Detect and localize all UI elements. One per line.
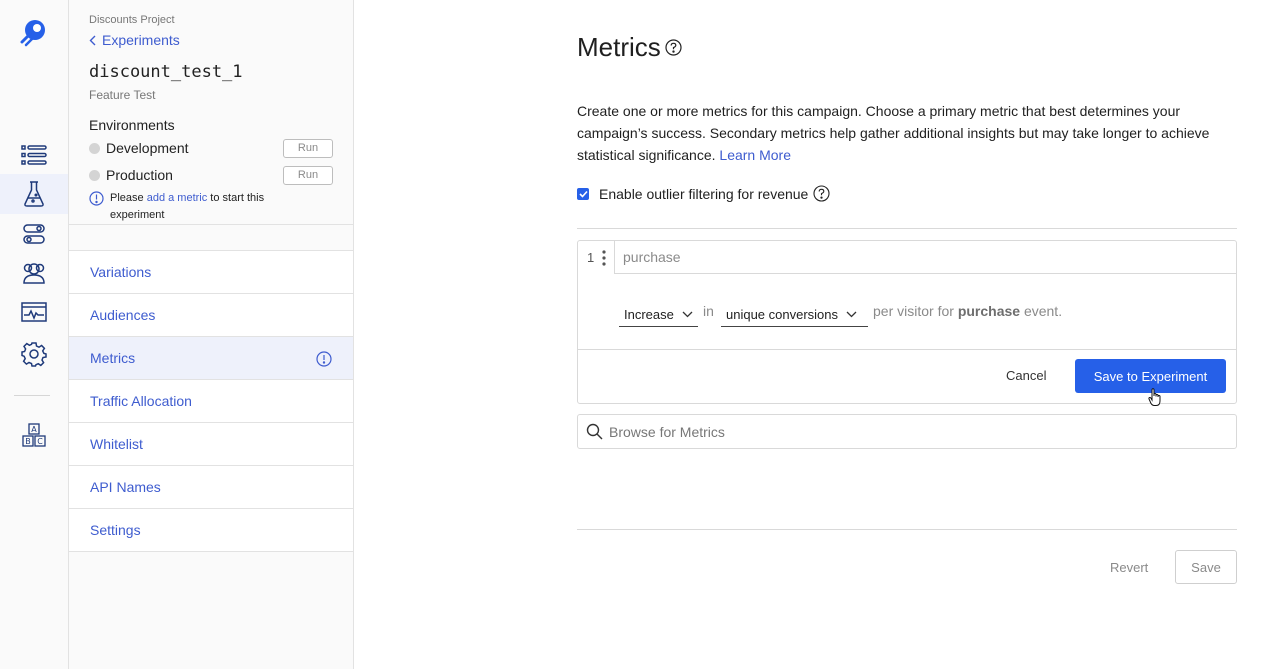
add-metric-link[interactable]: add a metric (147, 192, 208, 204)
direction-select[interactable]: Increase (619, 302, 698, 327)
metric-index: 1 (578, 241, 615, 274)
environments-heading: Environments (89, 117, 175, 133)
rail-divider (14, 395, 50, 396)
revert-button[interactable]: Revert (1110, 560, 1148, 575)
back-label: Experiments (102, 32, 180, 48)
description-text: Create one or more metrics for this camp… (577, 103, 1210, 163)
info-icon (316, 351, 332, 367)
cancel-button[interactable]: Cancel (1006, 368, 1046, 383)
nav-item-metrics[interactable]: Metrics (69, 337, 353, 380)
gear-icon[interactable] (0, 334, 68, 374)
metrics-description: Create one or more metrics for this camp… (577, 100, 1237, 166)
browse-placeholder: Browse for Metrics (609, 423, 725, 440)
help-icon[interactable] (813, 185, 830, 202)
experiment-type: Feature Test (89, 88, 156, 102)
event-suffix: event. (1023, 303, 1063, 319)
app-rail: A B C (0, 0, 69, 669)
metric-editor-card: 1 purchase Increase in unique conversion… (577, 240, 1237, 406)
help-icon[interactable] (665, 39, 682, 56)
app-logo-icon[interactable] (18, 16, 50, 48)
toggles-icon[interactable] (0, 214, 68, 254)
outlier-filter-label: Enable outlier filtering for revenue (599, 185, 809, 202)
in-text: in (703, 303, 714, 319)
aggregation-value: unique conversions (726, 306, 839, 322)
chevron-down-icon (846, 311, 857, 317)
chevron-left-icon (89, 35, 96, 45)
status-dot (89, 142, 100, 154)
outlier-filter-option: Enable outlier filtering for revenue (577, 185, 830, 202)
drag-handle-icon[interactable] (602, 250, 606, 266)
learn-more-link[interactable]: Learn More (719, 147, 791, 163)
experiment-name: discount_test_1 (89, 62, 243, 82)
nav-item-api-names[interactable]: API Names (69, 466, 353, 509)
nav-item-settings[interactable]: Settings (69, 509, 353, 552)
nav-spacer (69, 225, 353, 251)
nav-item-whitelist[interactable]: Whitelist (69, 423, 353, 466)
search-icon (586, 423, 603, 440)
divider (577, 228, 1237, 229)
metric-config-row: Increase in unique conversions per visit… (578, 274, 1236, 350)
save-button[interactable]: Save (1175, 550, 1237, 584)
svg-text:B: B (25, 437, 31, 446)
audience-icon[interactable] (0, 253, 68, 293)
nav-item-variations[interactable]: Variations (69, 251, 353, 294)
metric-summary-text: per visitor for purchase event. (873, 303, 1062, 319)
list-icon[interactable] (0, 135, 68, 175)
warning-text: Please add a metric to start this experi… (110, 190, 309, 224)
warning-pre: Please (110, 192, 147, 204)
outlier-filter-checkbox[interactable] (577, 187, 589, 200)
direction-value: Increase (624, 306, 674, 322)
experiment-sidebar: Discounts Project Experiments discount_t… (69, 0, 354, 669)
chevron-down-icon (682, 311, 693, 317)
run-development-button[interactable]: Run (283, 138, 333, 158)
nav-item-audiences[interactable]: Audiences (69, 294, 353, 337)
svg-text:A: A (31, 425, 37, 434)
page-title: Metrics (577, 32, 682, 63)
info-icon (89, 191, 104, 206)
project-name: Discounts Project (89, 14, 175, 26)
svg-text:C: C (37, 437, 43, 446)
environment-name: Production (106, 167, 173, 183)
checkmark-icon (578, 190, 588, 198)
aggregation-select[interactable]: unique conversions (721, 302, 868, 327)
abc-blocks-icon[interactable]: A B C (0, 415, 68, 455)
per-visitor-text: per visitor for (873, 303, 954, 319)
hand-cursor-icon (1148, 388, 1161, 406)
add-metric-warning: Please add a metric to start this experi… (89, 190, 309, 224)
nav-item-label: Metrics (90, 350, 136, 366)
event-name: purchase (957, 303, 1021, 319)
run-production-button[interactable]: Run (283, 165, 333, 185)
back-to-experiments-link[interactable]: Experiments (89, 32, 180, 48)
flask-icon[interactable] (0, 174, 68, 214)
browse-metrics-input[interactable]: Browse for Metrics (577, 414, 1237, 449)
status-dot (89, 169, 100, 181)
metric-index-number: 1 (587, 250, 595, 265)
nav-item-traffic-allocation[interactable]: Traffic Allocation (69, 380, 353, 423)
environment-row-development: Development Run (89, 138, 333, 158)
metric-name-input[interactable]: purchase (615, 241, 1236, 274)
divider (577, 529, 1237, 530)
environment-row-production: Production Run (89, 165, 333, 185)
environment-name: Development (106, 140, 189, 156)
page-title-text: Metrics (577, 32, 661, 62)
experiment-nav: Variations Audiences Metrics Traffic All… (69, 224, 353, 552)
dashboard-icon[interactable] (0, 292, 68, 332)
